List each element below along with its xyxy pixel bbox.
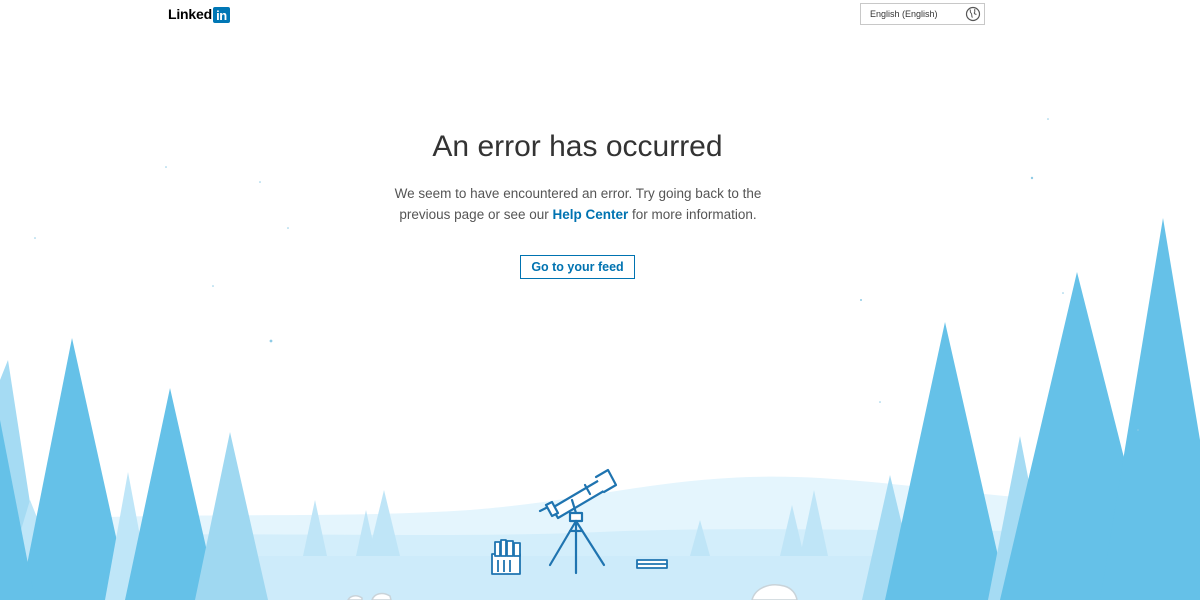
error-page: Linked in English (English) An error has… [0, 0, 1200, 600]
go-to-feed-button[interactable]: Go to your feed [520, 255, 635, 279]
linkedin-logo[interactable]: Linked in [168, 6, 230, 23]
top-bar: Linked in English (English) [0, 0, 1200, 30]
language-label: English (English) [870, 9, 938, 19]
logo-in-box: in [212, 6, 230, 23]
error-message: We seem to have encountered an error. Tr… [378, 183, 778, 225]
error-message-suffix: for more information. [632, 207, 757, 222]
logo-wordmark: Linked [168, 6, 212, 22]
globe-icon [965, 6, 981, 22]
error-title: An error has occurred [432, 130, 723, 163]
book-icon [636, 559, 668, 569]
language-selector[interactable]: English (English) [860, 3, 985, 25]
help-center-link[interactable]: Help Center [553, 207, 629, 222]
books-icon [491, 539, 521, 575]
